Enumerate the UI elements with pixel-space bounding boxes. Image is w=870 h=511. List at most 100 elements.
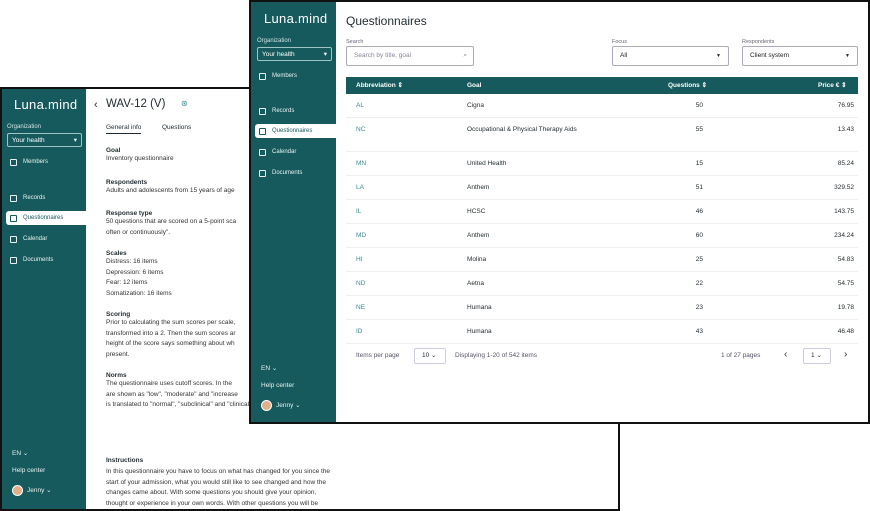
list-window: Luna.mind Organization Your health ▾ Memb… [249, 0, 870, 424]
cell-questions: 15 [695, 160, 703, 167]
user-menu[interactable]: Jenny ⌄ [261, 400, 301, 411]
nav-label: Members [272, 73, 298, 79]
logo: Luna.mind [264, 11, 328, 26]
records-icon [10, 194, 17, 202]
org-select[interactable]: Your health ▾ [257, 47, 332, 61]
cell-price: 13.43 [837, 126, 854, 133]
nav-records[interactable]: Records [251, 104, 336, 118]
sort-icon: ⇕ [397, 82, 403, 89]
nav-calendar[interactable]: Calendar [2, 232, 86, 246]
user-name: Jenny [27, 487, 45, 495]
calendar-icon [259, 148, 266, 156]
respondents-value: Client system [750, 52, 790, 59]
nav-label: Documents [23, 257, 54, 263]
instructions-section: Instructions In this questionnaire you h… [106, 449, 406, 509]
table-row[interactable]: ID Humana 43 46.48 [346, 320, 858, 344]
nav-members[interactable]: Members [2, 155, 86, 169]
avatar [12, 485, 23, 496]
chevron-down-icon: ⌄ [46, 487, 52, 495]
respondents-select[interactable]: Client system ▼ [742, 46, 858, 66]
page-title: WAV-12 (V) [106, 98, 166, 110]
nav-documents[interactable]: Documents [251, 166, 336, 180]
col-abbreviation[interactable]: Abbreviation ⇕ [356, 77, 403, 94]
sort-icon: ⇕ [701, 82, 708, 89]
nav-members[interactable]: Members [251, 69, 336, 83]
col-questions[interactable]: Questions ⇕ [668, 77, 707, 94]
instructions-text: thought or experience in your own words.… [106, 499, 319, 507]
nav-label: Members [23, 159, 49, 165]
user-menu[interactable]: Jenny ⌄ [12, 485, 52, 496]
records-icon [259, 107, 266, 115]
nav-calendar[interactable]: Calendar [251, 145, 336, 159]
search-icon: ⌕ [463, 52, 467, 59]
help-center-link[interactable]: Help center [261, 382, 294, 389]
org-value: Your health [262, 50, 295, 58]
cell-questions: 46 [695, 208, 703, 215]
nav-documents[interactable]: Documents [2, 253, 86, 267]
cell-abbreviation: LA [356, 184, 364, 191]
language-toggle[interactable]: EN ⌄ [12, 449, 28, 457]
help-center-link[interactable]: Help center [12, 467, 45, 474]
nav-records[interactable]: Records [2, 191, 86, 205]
cell-goal: Aetna [467, 280, 484, 287]
share-icon[interactable]: ⊛ [181, 99, 188, 108]
cell-price: 329.52 [834, 184, 854, 191]
items-per-page-select[interactable]: 10 ⌄ [414, 348, 446, 364]
table-row[interactable]: LA Anthem 51 329.52 [346, 176, 858, 200]
search-input[interactable]: Search by title, goal ⌕ [346, 46, 474, 66]
tab-general-info[interactable]: General info [106, 124, 142, 134]
table-row[interactable]: MN United Health 15 85.24 [346, 152, 858, 176]
language-toggle[interactable]: EN ⌄ [261, 364, 277, 372]
cell-questions: 22 [695, 280, 703, 287]
document-icon [259, 169, 266, 177]
table-header: Abbreviation ⇕ Goal Questions ⇕ Price € … [346, 77, 858, 94]
cell-abbreviation: NC [356, 126, 366, 133]
focus-value: All [620, 52, 628, 59]
chevron-down-icon: ⌄ [22, 450, 29, 457]
col-goal[interactable]: Goal [467, 77, 481, 94]
cell-price: 143.75 [834, 208, 854, 215]
tab-questions[interactable]: Questions [162, 124, 191, 131]
cell-questions: 23 [695, 304, 703, 311]
caret-down-icon: ▾ [323, 51, 327, 58]
table-row[interactable]: AL Cigna 50 76.95 [346, 94, 858, 118]
table-row[interactable]: HI Molina 25 54.83 [346, 248, 858, 272]
back-chevron-icon[interactable]: ‹ [94, 99, 98, 111]
chevron-down-icon: ⌄ [431, 352, 437, 359]
members-icon [10, 158, 17, 166]
sort-icon: ⇕ [841, 82, 847, 89]
cell-price: 46.48 [837, 328, 854, 335]
cell-price: 85.24 [837, 160, 854, 167]
table-row[interactable]: NC Occupational & Physical Therapy Aids 55… [346, 118, 858, 152]
table-row[interactable]: ND Aetna 22 54.75 [346, 272, 858, 296]
prev-page-button[interactable]: ‹ [784, 349, 787, 360]
cell-questions: 60 [695, 232, 703, 239]
nav-questionnaires[interactable]: Questionnaires [255, 124, 336, 138]
members-icon [259, 72, 266, 80]
focus-select[interactable]: All ▼ [612, 46, 729, 66]
lang-label: EN [12, 450, 22, 457]
nav-label: Records [23, 195, 46, 201]
table-row[interactable]: IL HCSC 46 143.75 [346, 200, 858, 224]
cell-abbreviation: MD [356, 232, 367, 239]
user-name: Jenny [276, 402, 294, 410]
instructions-heading: Instructions [106, 457, 144, 464]
instructions-text: changes came about. With some questions … [106, 489, 317, 496]
cell-questions: 25 [695, 256, 703, 263]
cell-abbreviation: NE [356, 304, 366, 311]
page-select[interactable]: 1 ⌄ [803, 348, 831, 364]
page-title: Questionnaires [346, 14, 427, 28]
cell-abbreviation: HI [356, 256, 363, 263]
table-row[interactable]: MD Anthem 60 234.24 [346, 224, 858, 248]
col-price[interactable]: Price € ⇕ [818, 77, 847, 94]
org-select[interactable]: Your health ▾ [7, 133, 82, 147]
cell-questions: 43 [695, 328, 703, 335]
cell-questions: 51 [695, 184, 703, 191]
table-row[interactable]: NE Humana 23 19.78 [346, 296, 858, 320]
cell-goal: Occupational & Physical Therapy Aids [467, 126, 577, 133]
next-page-button[interactable]: › [844, 349, 847, 360]
calendar-icon [10, 235, 17, 243]
cell-goal: Anthem [467, 184, 490, 191]
cell-questions: 55 [695, 126, 703, 133]
nav-questionnaires[interactable]: Questionnaires [6, 211, 86, 225]
